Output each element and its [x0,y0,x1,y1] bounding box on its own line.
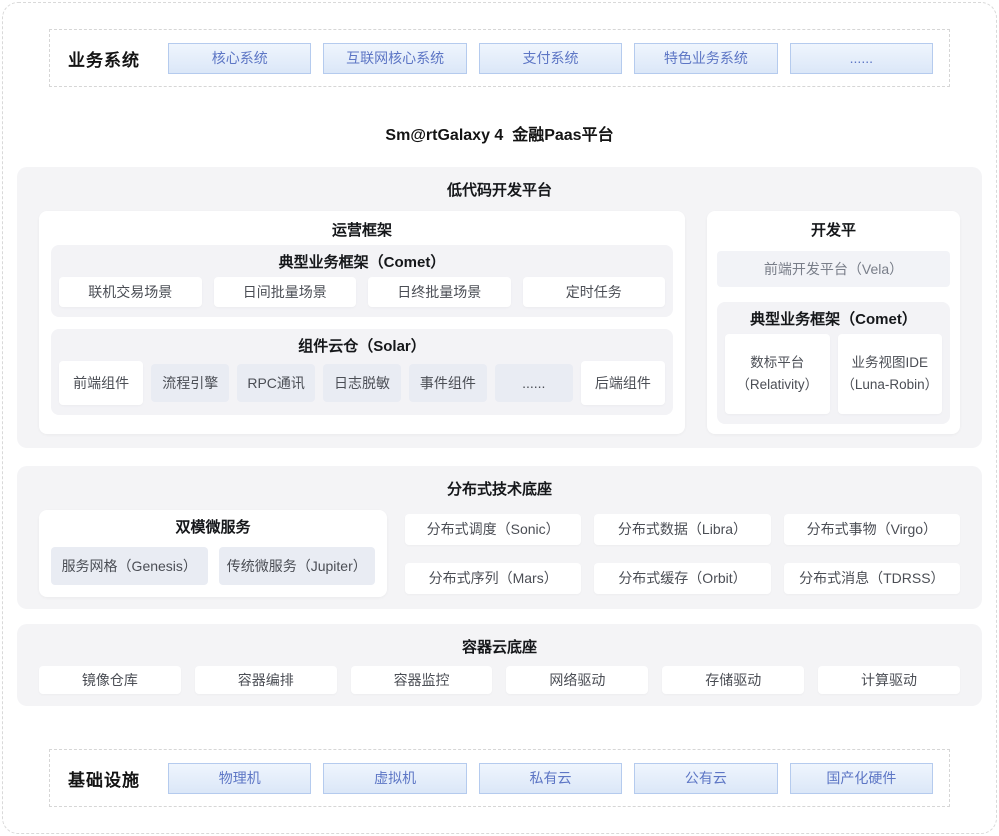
distributed-services-list: 分布式调度（Sonic） 分布式数据（Libra） 分布式事物（Virgo） 分布式序… [405,510,960,597]
comet-scenario-box: 联机交易场景 [59,277,202,307]
infrastructure-box: 公有云 [634,763,777,794]
infrastructure-band: 基础设施 物理机虚拟机私有云公有云国产化硬件 [49,749,950,807]
microservice-chip: 服务网格（Genesis） [51,547,208,585]
infrastructure-label: 基础设施 [68,766,140,791]
dev-tool-box: 业务视图IDE （Luna-Robin） [838,334,943,414]
business-system-box: ...... [790,43,933,74]
business-system-box: 互联网核心系统 [323,43,466,74]
vela-platform-box: 前端开发平台（Vela） [717,251,950,287]
distributed-title: 分布式技术底座 [39,476,960,504]
business-system-box: 核心系统 [168,43,311,74]
business-systems-band: 业务系统 核心系统互联网核心系统支付系统特色业务系统...... [49,29,950,87]
solar-warehouse-subcard: 组件云仓（Solar） 前端组件 流程引擎RPC通讯日志脱敏事件组件......… [51,329,673,415]
container-service-box: 存储驱动 [662,666,804,694]
comet-framework-subcard: 典型业务框架（Comet） 联机交易场景日间批量场景日终批量场景定时任务 [51,245,673,317]
solar-component-chip: ...... [495,364,573,402]
distributed-service-box: 分布式缓存（Orbit） [594,563,770,594]
solar-warehouse-title: 组件云仓（Solar） [59,333,665,361]
comet-framework-title: 典型业务框架（Comet） [59,249,665,277]
container-title: 容器云底座 [39,634,960,662]
solar-component-chip: RPC通讯 [237,364,315,402]
solar-chips-list: 流程引擎RPC通讯日志脱敏事件组件...... [151,361,572,405]
container-service-box: 网络驱动 [506,666,648,694]
comet-scenario-box: 定时任务 [523,277,666,307]
business-system-box: 支付系统 [479,43,622,74]
distributed-section: 分布式技术底座 双模微服务 服务网格（Genesis） 传统微服务（Jupiter… [17,466,982,609]
dev-comet-title: 典型业务框架（Comet） [725,306,942,334]
dev-comet-subcard: 典型业务框架（Comet） 数标平台 （Relativity） 业务视图IDE … [717,302,950,424]
page-title: Sm@rtGalaxy 4 金融Paas平台 [3,121,996,145]
dual-microservice-title: 双模微服务 [51,514,375,542]
dual-microservice-list: 服务网格（Genesis） 传统微服务（Jupiter） [51,547,375,585]
infrastructure-box: 国产化硬件 [790,763,933,794]
business-systems-label: 业务系统 [68,46,140,71]
lowcode-section: 低代码开发平台 运营框架 典型业务框架（Comet） 联机交易场景日间批量场景日… [17,167,982,448]
dev-platform-card: 开发平 前端开发平台（Vela） 典型业务框架（Comet） 数标平台 （Rel… [707,211,960,434]
distributed-service-box: 分布式调度（Sonic） [405,514,581,545]
container-service-box: 容器编排 [195,666,337,694]
distributed-service-box: 分布式数据（Libra） [594,514,770,545]
solar-component-chip: 流程引擎 [151,364,229,402]
frontend-components-box: 前端组件 [59,361,143,405]
container-service-box: 镜像仓库 [39,666,181,694]
dev-tool-box: 数标平台 （Relativity） [725,334,830,414]
comet-scenario-box: 日间批量场景 [214,277,357,307]
microservice-chip: 传统微服务（Jupiter） [219,547,376,585]
operation-framework-card: 运营框架 典型业务框架（Comet） 联机交易场景日间批量场景日终批量场景定时任… [39,211,685,434]
comet-scenario-box: 日终批量场景 [368,277,511,307]
container-service-box: 计算驱动 [818,666,960,694]
dev-platform-title: 开发平 [717,217,950,245]
comet-scenarios-list: 联机交易场景日间批量场景日终批量场景定时任务 [59,277,665,307]
dev-tools-list: 数标平台 （Relativity） 业务视图IDE （Luna-Robin） [725,334,942,414]
infrastructure-list: 物理机虚拟机私有云公有云国产化硬件 [168,763,933,794]
operation-framework-title: 运营框架 [51,217,673,245]
architecture-diagram: 业务系统 核心系统互联网核心系统支付系统特色业务系统...... Sm@rtGa… [2,2,997,834]
dual-microservice-card: 双模微服务 服务网格（Genesis） 传统微服务（Jupiter） [39,510,387,597]
lowcode-title: 低代码开发平台 [39,177,960,205]
business-systems-list: 核心系统互联网核心系统支付系统特色业务系统...... [168,43,933,74]
distributed-service-box: 分布式序列（Mars） [405,563,581,594]
distributed-service-box: 分布式事物（Virgo） [784,514,960,545]
container-services-list: 镜像仓库容器编排容器监控网络驱动存储驱动计算驱动 [39,666,960,694]
solar-component-chip: 事件组件 [409,364,487,402]
container-service-box: 容器监控 [351,666,493,694]
infrastructure-box: 私有云 [479,763,622,794]
infrastructure-box: 虚拟机 [323,763,466,794]
business-system-box: 特色业务系统 [634,43,777,74]
distributed-service-box: 分布式消息（TDRSS） [784,563,960,594]
infrastructure-box: 物理机 [168,763,311,794]
backend-components-box: 后端组件 [581,361,665,405]
container-section: 容器云底座 镜像仓库容器编排容器监控网络驱动存储驱动计算驱动 [17,624,982,706]
solar-component-chip: 日志脱敏 [323,364,401,402]
